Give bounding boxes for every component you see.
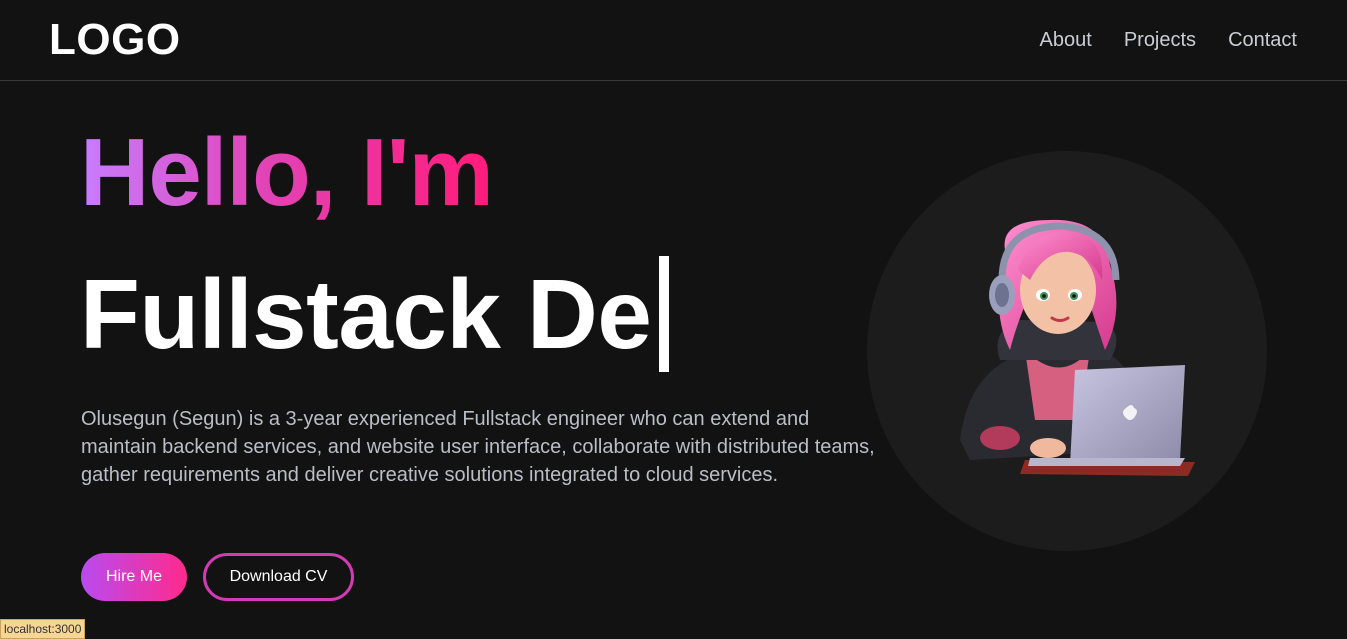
hire-me-button[interactable]: Hire Me <box>81 553 187 601</box>
nav-link-projects[interactable]: Projects <box>1124 27 1196 53</box>
hero-role-text: Fullstack De <box>80 259 652 369</box>
nav-links: About Projects Contact <box>1040 27 1297 53</box>
typing-cursor <box>659 256 670 372</box>
status-bar-url: localhost:3000 <box>0 619 86 639</box>
logo-link[interactable]: LOGO <box>49 14 181 66</box>
hero-description: Olusegun (Segun) is a 3-year experienced… <box>81 408 875 486</box>
hero-role: Fullstack De <box>80 252 670 376</box>
avatar-illustration <box>960 219 1195 476</box>
nav-link-about[interactable]: About <box>1040 27 1092 53</box>
download-cv-button[interactable]: Download CV <box>203 553 354 601</box>
navbar: LOGO About Projects Contact <box>0 0 1347 81</box>
hero-greeting: Hello, I'm <box>80 119 494 226</box>
nav-link-contact[interactable]: Contact <box>1228 27 1297 53</box>
